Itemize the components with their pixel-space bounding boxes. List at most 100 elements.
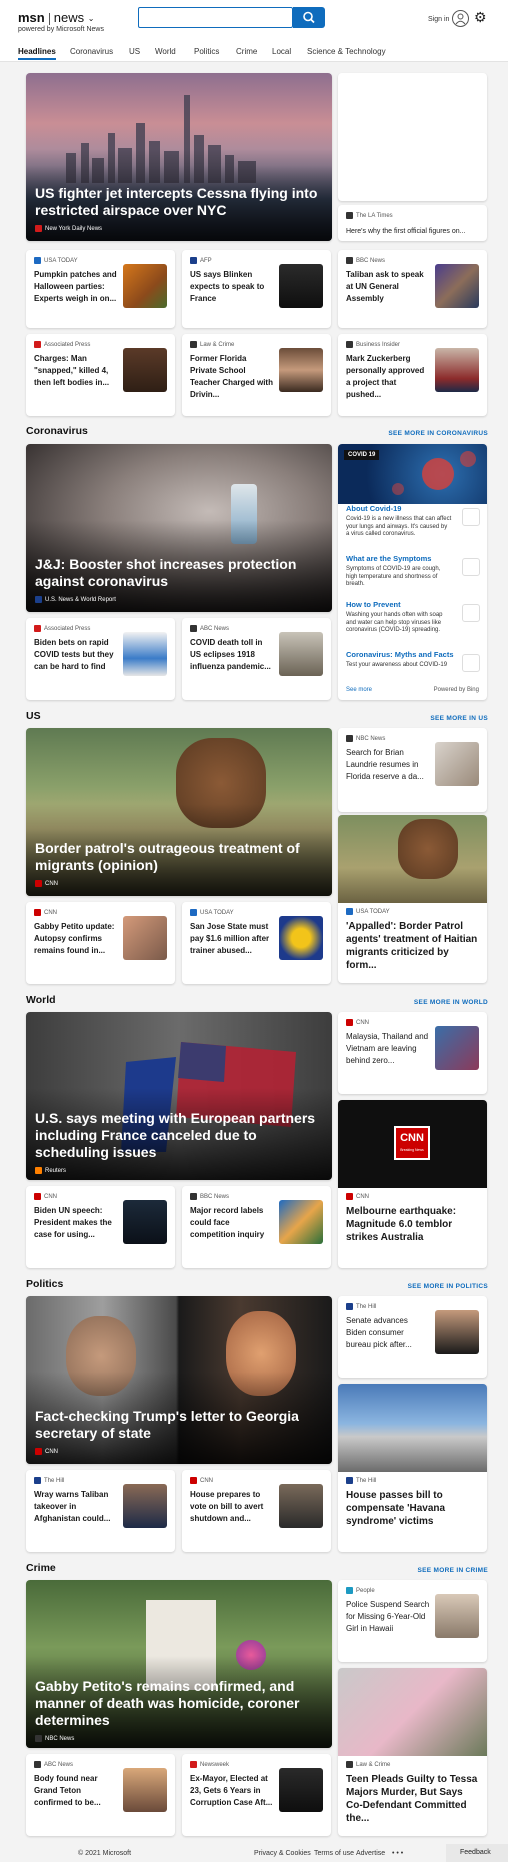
news-card[interactable]: Associated Press Biden bets on rapid COV… <box>26 618 175 700</box>
news-card-large[interactable]: CNN Breaking News CNN Melbourne earthquak… <box>338 1100 487 1268</box>
news-thumbnail <box>279 916 323 960</box>
crime-hero-card[interactable]: Gabby Petito's remains confirmed, and ma… <box>26 1580 332 1748</box>
news-card[interactable]: USA TODAY San Jose State must pay $1.6 m… <box>182 902 331 984</box>
gear-icon[interactable]: ⚙ <box>474 9 487 26</box>
news-thumbnail <box>279 1200 323 1244</box>
us-hero-card[interactable]: Border patrol's outrageous treatment of … <box>26 728 332 896</box>
news-title: Ex-Mayor, Elected at 23, Gets 6 Years in… <box>190 1774 273 1807</box>
tab-politics[interactable]: Politics <box>194 47 219 56</box>
news-card[interactable]: CNN Malaysia, Thailand and Vietnam are l… <box>338 1012 487 1094</box>
source-label: USA TODAY <box>190 909 234 916</box>
news-card-large[interactable]: Law & Crime Teen Pleads Guilty to Tessa … <box>338 1668 487 1836</box>
news-card[interactable]: Law & Crime Former Florida Private Schoo… <box>182 334 331 416</box>
politics-hero-card[interactable]: Fact-checking Trump's letter to Georgia … <box>26 1296 332 1464</box>
world-hero-card[interactable]: U.S. says meeting with European partners… <box>26 1012 332 1180</box>
news-card[interactable]: BBC News Taliban ask to speak at UN Gene… <box>338 250 487 328</box>
news-card[interactable]: People Police Suspend Search for Missing… <box>338 1580 487 1662</box>
msn-logo[interactable]: msn news ⌄ <box>18 10 94 25</box>
source-label: ABC News <box>190 625 229 632</box>
covid-see-more[interactable]: See more <box>346 687 372 693</box>
news-card[interactable]: Business Insider Mark Zuckerberg persona… <box>338 334 487 416</box>
feedback-button[interactable]: Feedback <box>446 1844 508 1862</box>
covid-item-symptoms[interactable]: What are the Symptoms Symptoms of COVID-… <box>346 554 486 589</box>
news-card[interactable]: Associated Press Charges: Man "snapped,"… <box>26 334 175 416</box>
covid-item-desc: Test your awareness about COVID-19 <box>346 662 448 668</box>
news-title: Former Florida Private School Teacher Ch… <box>190 354 273 399</box>
see-more-coronavirus[interactable]: SEE MORE IN CORONAVIRUS <box>388 430 488 437</box>
news-title: Police Suspend Search for Missing 6-Year… <box>346 1600 430 1633</box>
see-more-politics[interactable]: SEE MORE IN POLITICS <box>408 1283 488 1290</box>
see-more-us[interactable]: SEE MORE IN US <box>430 715 488 722</box>
tab-science-technology[interactable]: Science & Technology <box>307 47 386 56</box>
news-card-large[interactable]: USA TODAY 'Appalled': Border Patrol agen… <box>338 815 487 983</box>
avatar-icon[interactable] <box>452 10 469 27</box>
news-card[interactable]: BBC News Major record labels could face … <box>182 1186 331 1268</box>
news-card[interactable]: ABC News Body found near Grand Teton con… <box>26 1754 175 1836</box>
covid-item-about[interactable]: About Covid-19 Covid-19 is a new illness… <box>346 504 486 539</box>
news-card-large[interactable]: The Hill House passes bill to compensate… <box>338 1384 487 1552</box>
section-heading-coronavirus[interactable]: Coronavirus <box>26 425 88 437</box>
source-label: CNN <box>34 909 57 916</box>
coronavirus-hero-card[interactable]: J&J: Booster shot increases protection a… <box>26 444 332 612</box>
source-label: People <box>346 1587 375 1594</box>
tab-local[interactable]: Local <box>272 47 291 56</box>
cnn-logo: CNN Breaking News <box>394 1126 430 1160</box>
msn-news-page: msn news ⌄ powered by Microsoft News Sign… <box>0 0 508 1862</box>
tab-headlines[interactable]: Headlines <box>18 47 56 60</box>
source-label: CNN <box>34 1193 57 1200</box>
news-card[interactable]: The Hill Senate advances Biden consumer … <box>338 1296 487 1378</box>
see-more-world[interactable]: SEE MORE IN WORLD <box>414 999 488 1006</box>
news-title: Senate advances Biden consumer bureau pi… <box>346 1316 412 1349</box>
section-heading-crime[interactable]: Crime <box>26 1562 56 1574</box>
source-label: Newsweek <box>190 1761 229 1768</box>
hero-title: Border patrol's outrageous treatment of … <box>35 840 300 873</box>
search-icon <box>303 11 315 24</box>
covid-item-myths[interactable]: Coronavirus: Myths and Facts Test your a… <box>346 650 486 672</box>
news-thumbnail <box>123 264 167 308</box>
footer-link-advertise[interactable]: Advertise <box>356 1850 385 1857</box>
source-label: ABC News <box>34 1761 73 1768</box>
chevron-down-icon[interactable]: ⌄ <box>88 14 95 23</box>
news-card[interactable]: CNN Biden UN speech: President makes the… <box>26 1186 175 1268</box>
footer-more[interactable]: • • • <box>392 1850 403 1857</box>
hero-title: Fact-checking Trump's letter to Georgia … <box>35 1408 299 1441</box>
news-thumbnail <box>279 632 323 676</box>
tab-coronavirus[interactable]: Coronavirus <box>70 47 113 56</box>
news-card[interactable]: Newsweek Ex-Mayor, Elected at 23, Gets 6… <box>182 1754 331 1836</box>
covid-badge: COVID 19 <box>344 450 380 460</box>
see-more-crime[interactable]: SEE MORE IN CRIME <box>418 1567 488 1574</box>
tab-us[interactable]: US <box>129 47 140 56</box>
news-card[interactable]: USA TODAY Pumpkin patches and Halloween … <box>26 250 175 328</box>
news-card[interactable]: AFP US says Blinken expects to speak to … <box>182 250 331 328</box>
news-card[interactable]: NBC News Search for Brian Laundrie resum… <box>338 728 487 812</box>
news-title: Major record labels could face competiti… <box>190 1206 265 1239</box>
signin-link[interactable]: Sign in <box>428 16 449 23</box>
source-label: Law & Crime <box>190 341 234 348</box>
top-hero-card[interactable]: US fighter jet intercepts Cessna flying … <box>26 73 332 241</box>
search-button[interactable] <box>293 7 325 28</box>
covid-banner: COVID 19 <box>338 444 487 504</box>
top-bar: msn news ⌄ powered by Microsoft News Sign… <box>0 0 508 62</box>
source-label: The LA Times <box>346 212 393 219</box>
news-title: House prepares to vote on bill to avert … <box>190 1490 264 1523</box>
tab-world[interactable]: World <box>155 47 176 56</box>
news-card[interactable]: CNN House prepares to vote on bill to av… <box>182 1470 331 1552</box>
footer-link-privacy[interactable]: Privacy & Cookies <box>254 1850 311 1857</box>
side-news-card[interactable]: The LA Times Here's why the first offici… <box>338 205 487 241</box>
news-card[interactable]: ABC News COVID death toll in US eclipses… <box>182 618 331 700</box>
source-label: Associated Press <box>34 341 90 348</box>
section-heading-politics[interactable]: Politics <box>26 1278 63 1290</box>
news-title: Here's why the first official figures on… <box>346 228 466 235</box>
news-thumbnail <box>123 1484 167 1528</box>
footer-link-terms[interactable]: Terms of use <box>314 1850 354 1857</box>
hero-source: NBC News <box>35 1735 74 1742</box>
news-card[interactable]: The Hill Wray warns Taliban takeover in … <box>26 1470 175 1552</box>
search-input[interactable] <box>138 7 293 28</box>
covid-item-prevent[interactable]: How to Prevent Washing your hands often … <box>346 600 486 635</box>
hero-source: New York Daily News <box>35 225 102 232</box>
source-label: CNN <box>190 1477 213 1484</box>
section-heading-us[interactable]: US <box>26 710 41 722</box>
tab-crime[interactable]: Crime <box>236 47 257 56</box>
section-heading-world[interactable]: World <box>26 994 56 1006</box>
news-card[interactable]: CNN Gabby Petito update: Autopsy confirm… <box>26 902 175 984</box>
